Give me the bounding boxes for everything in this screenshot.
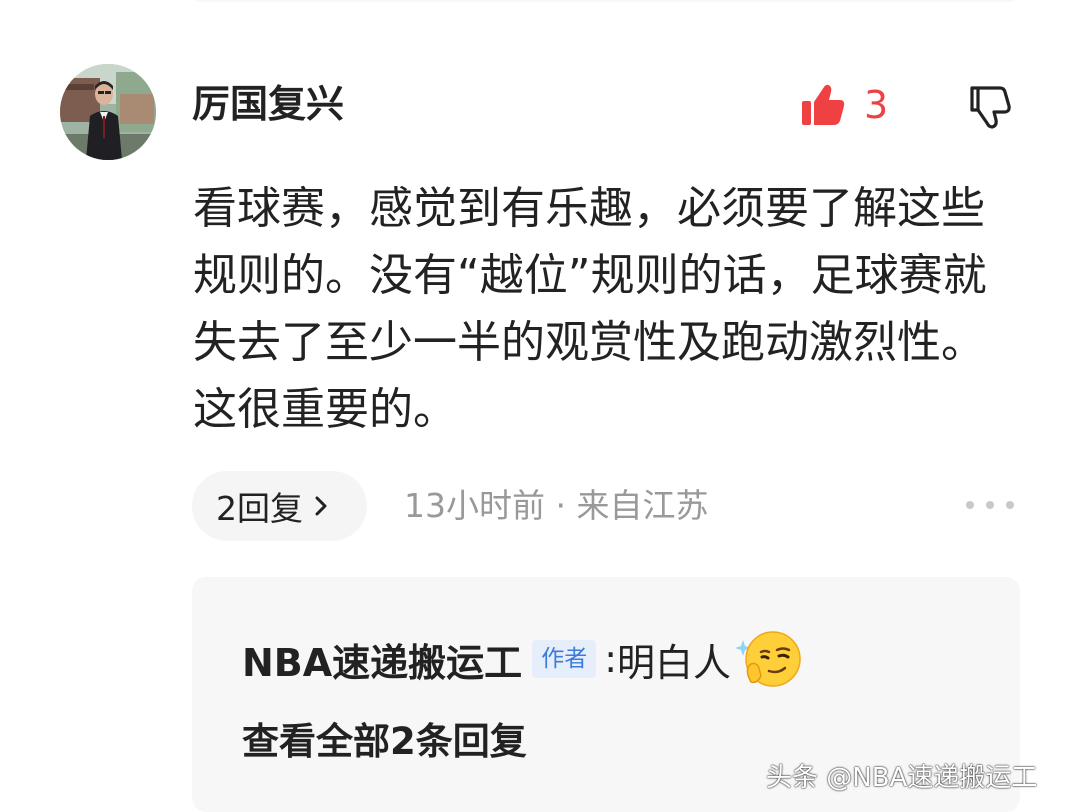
reply-preview-line: NBA速递搬运工 作者 : 明白人 [242, 627, 801, 691]
comment-text: 看球赛，感觉到有乐趣，必须要了解这些规则的。没有“越位”规则的话，足球赛就失去了… [193, 183, 987, 435]
reply-text: 明白人 [617, 640, 732, 685]
more-dots-icon [966, 501, 974, 509]
thumbs-down-icon [970, 86, 1011, 129]
thumbs-up-icon [802, 84, 845, 125]
avatar-photo-icon [60, 64, 156, 160]
more-dots-icon [986, 501, 994, 509]
author-badge: 作者 [532, 640, 597, 678]
replies-count-label: 2回复 [216, 489, 303, 528]
dislike-button[interactable] [966, 82, 1014, 130]
reply-author[interactable]: NBA速递搬运工 [242, 632, 522, 687]
comment-username[interactable]: 厉国复兴 [192, 80, 344, 128]
previous-reply-card [190, 0, 1020, 2]
replies-button[interactable]: 2回复 [192, 471, 367, 541]
more-dots-icon [1006, 501, 1014, 509]
view-all-replies-link[interactable]: 查看全部2条回复 [242, 711, 527, 765]
like-count: 3 [864, 83, 889, 127]
reply-separator: : [604, 637, 617, 681]
comment-meta: 13小时前 · 来自江苏 [404, 486, 709, 525]
smirk-emoji-icon [735, 631, 801, 687]
chevron-right-icon [315, 496, 327, 516]
more-options-button[interactable] [966, 490, 1014, 520]
like-button[interactable]: 3 [800, 80, 888, 130]
watermark: 头条 @NBA速递搬运工 [766, 763, 1038, 793]
user-avatar[interactable] [60, 64, 156, 160]
